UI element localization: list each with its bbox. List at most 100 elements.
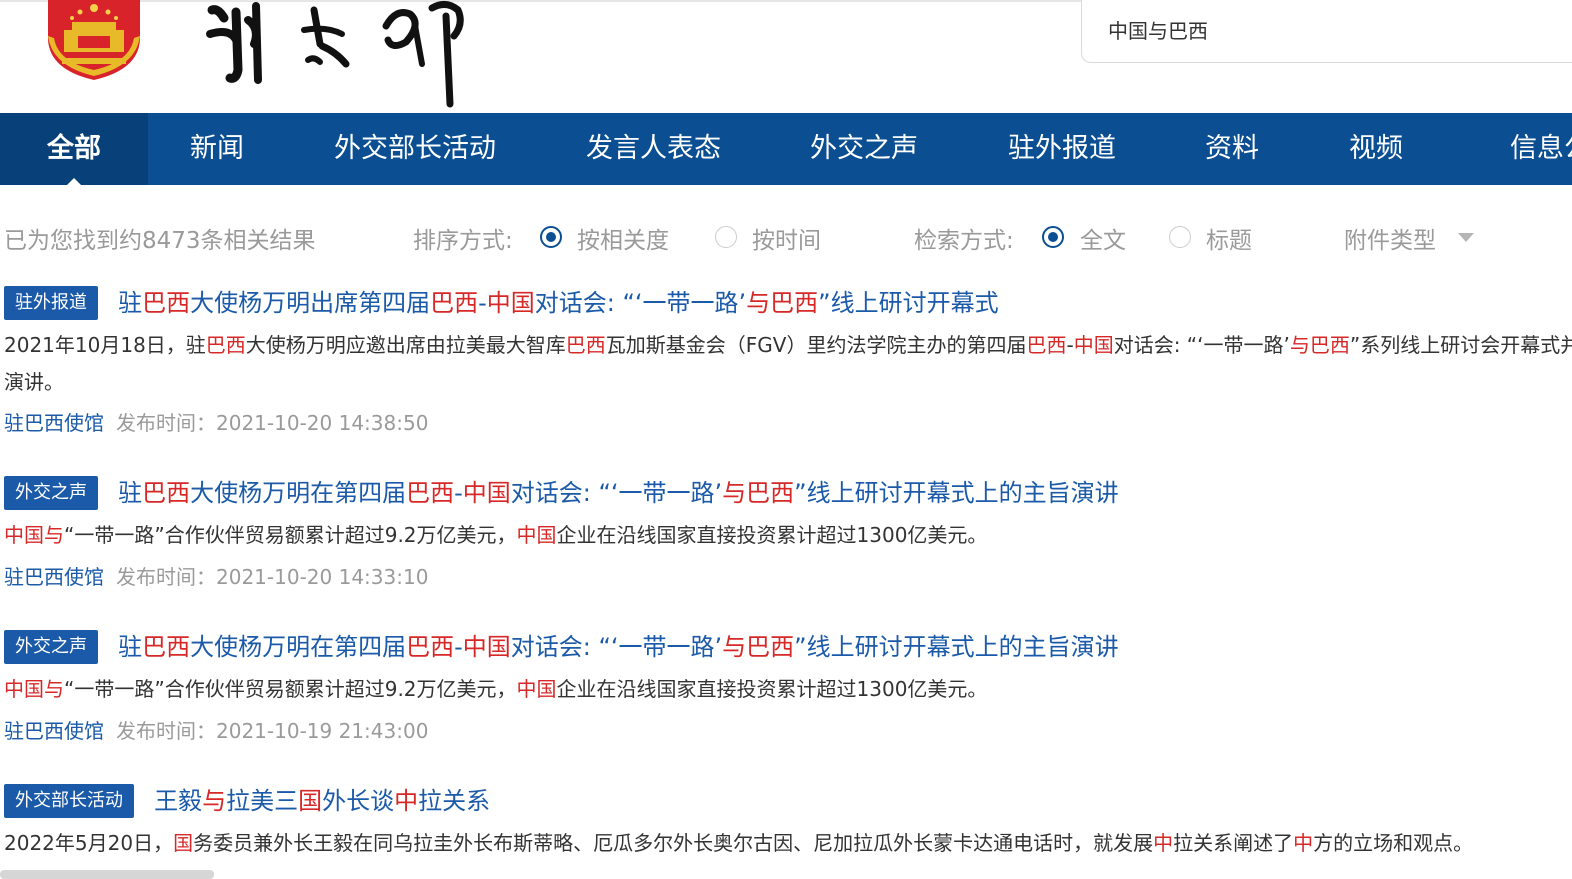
nav-tab-materials[interactable]: 资料 [1205,113,1259,185]
text-segment: 务委员兼外长王毅在同乌拉圭外长布斯蒂略、厄瓜多尔外长奥尔古因、尼加拉瓜外长蒙卡达… [193,831,1154,855]
text-segment: “一带一路”合作伙伴贸易额累计超过9.2万亿美元， [64,523,517,547]
mode-title-label[interactable]: 标题 [1206,221,1252,255]
filter-bar: 已为您找到约8473条相关结果 排序方式: 按相关度 按时间 检索方式: 全文 … [0,215,1572,259]
keyword-highlight: 国 [298,787,323,815]
text-segment: - [478,289,487,317]
text-segment: 大使杨万明在第四届 [190,633,407,661]
publish-time-label: 发布时间： [116,565,216,589]
nav-tab-label: 信息公开 [1510,133,1572,164]
nav-tab-video[interactable]: 视频 [1349,113,1403,185]
category-badge[interactable]: 驻外报道 [4,286,98,320]
chevron-down-icon[interactable] [1458,233,1474,242]
search-input[interactable] [1106,12,1566,46]
nav-tab-label: 全部 [47,133,101,164]
result-source-link[interactable]: 驻巴西使馆 [4,411,104,435]
nav-tab-all[interactable]: 全部 [0,113,148,185]
search-box [1081,0,1572,63]
category-badge[interactable]: 外交部长活动 [4,784,134,818]
text-segment: 2022年5月20日， [4,831,174,855]
keyword-highlight: 巴西 [430,289,479,317]
keyword-highlight: 与巴西 [1289,333,1350,357]
keyword-highlight: 巴西 [142,479,191,507]
keyword-highlight: 中国 [516,523,557,547]
text-segment: 驻 [118,633,143,661]
keyword-highlight: 中国 [486,289,535,317]
nav-tab-label: 外交部长活动 [334,133,496,164]
text-segment: 大使杨万明在第四届 [190,479,407,507]
text-segment: 企业在沿线国家直接投资累计超过1300亿美元。 [556,677,988,701]
national-emblem-logo[interactable] [42,0,146,82]
result-meta: 驻巴西使馆 发布时间：2021-10-20 14:38:50 [4,409,428,437]
text-segment: - [1066,333,1074,357]
nav-tab-spokesperson[interactable]: 发言人表态 [586,113,721,185]
result-snippet-line: 2021年10月18日，驻巴西大使杨万明应邀出席由拉美最大智库巴西瓦加斯基金会（… [4,327,1572,363]
text-segment: 演讲。 [4,370,64,394]
category-badge[interactable]: 外交之声 [4,630,98,664]
publish-time: 2021-10-20 14:38:50 [216,411,429,435]
result-source-link[interactable]: 驻巴西使馆 [4,719,104,743]
nav-tab-overseas-reports[interactable]: 驻外报道 [1008,113,1116,185]
result-title-link[interactable]: 驻巴西大使杨万明在第四届巴西-中国对话会: “‘一带一路’与巴西”线上研讨开幕式… [118,475,1119,511]
mode-fulltext-label[interactable]: 全文 [1080,221,1126,255]
publish-time: 2021-10-19 21:43:00 [216,719,429,743]
keyword-highlight: 巴西 [1026,333,1067,357]
site-header [0,0,1572,113]
calligraphy-wordmark-logo [206,1,464,108]
nav-tab-voice-of-diplomacy[interactable]: 外交之声 [810,113,918,185]
keyword-highlight: 中 [1153,831,1174,855]
keyword-highlight: 与巴西 [722,479,795,507]
nav-tab-label: 发言人表态 [586,133,721,164]
keyword-highlight: 中国与 [4,523,64,547]
category-badge[interactable]: 外交之声 [4,476,98,510]
nav-tab-news[interactable]: 新闻 [190,113,244,185]
text-segment: 大使杨万明出席第四届 [190,289,431,317]
result-snippet-line: 演讲。 [4,364,1572,400]
sort-relevance-label[interactable]: 按相关度 [577,221,669,255]
publish-time-label: 发布时间： [116,719,216,743]
text-segment: 拉关系 [418,787,491,815]
text-segment: 瓦加斯基金会（FGV）里约法学院主办的第四届 [605,333,1027,357]
result-source-link[interactable]: 驻巴西使馆 [4,565,104,589]
text-segment: - [454,633,463,661]
sort-relevance-radio[interactable] [540,226,562,248]
text-segment: 外长谈 [322,787,395,815]
nav-tab-label: 新闻 [190,133,244,164]
keyword-highlight: 中国 [1073,333,1114,357]
text-segment: ”线上研讨开幕式 [818,289,999,317]
result-snippet-line: 2022年5月20日，国务委员兼外长王毅在同乌拉圭外长布斯蒂略、厄瓜多尔外长奥尔… [4,825,1572,861]
result-title-link[interactable]: 驻巴西大使杨万明出席第四届巴西-中国对话会: “‘一带一路’与巴西”线上研讨开幕… [118,285,999,321]
nav-tab-minister-activities[interactable]: 外交部长活动 [334,113,496,185]
mode-title-radio[interactable] [1169,226,1191,248]
keyword-highlight: 中 [394,787,419,815]
text-segment: 对话会: “‘一带一路’ [1113,333,1290,357]
keyword-highlight: 与巴西 [722,633,795,661]
text-segment: 大使杨万明应邀出席由拉美最大智库 [245,333,566,357]
result-count: 已为您找到约8473条相关结果 [4,228,316,254]
text-segment: 王毅 [154,787,203,815]
result-title-link[interactable]: 驻巴西大使杨万明在第四届巴西-中国对话会: “‘一带一路’与巴西”线上研讨开幕式… [118,629,1119,665]
mode-fulltext-radio[interactable] [1042,226,1064,248]
keyword-highlight: 巴西 [406,633,455,661]
keyword-highlight: 巴西 [565,333,606,357]
keyword-highlight: 中国与 [4,677,64,701]
keyword-highlight: 巴西 [142,289,191,317]
nav-tab-label: 驻外报道 [1008,133,1116,164]
text-segment: 企业在沿线国家直接投资累计超过1300亿美元。 [556,523,988,547]
horizontal-scrollbar-thumb[interactable] [0,870,214,879]
keyword-highlight: 巴西 [205,333,246,357]
keyword-highlight: 巴西 [406,479,455,507]
result-title-link[interactable]: 王毅与拉美三国外长谈中拉关系 [154,783,490,819]
keyword-highlight: 巴西 [142,633,191,661]
text-segment: 驻 [118,289,143,317]
nav-tab-info-disclosure[interactable]: 信息公开 [1510,113,1572,185]
nav-tab-label: 外交之声 [810,133,918,164]
keyword-highlight: 中国 [462,479,511,507]
sort-time-radio[interactable] [715,226,737,248]
sort-time-label[interactable]: 按时间 [752,221,821,255]
keyword-highlight: 中 [1293,831,1314,855]
sort-label: 排序方式: [413,228,513,254]
text-segment: 拉关系阐述了 [1173,831,1294,855]
attachment-type-dropdown[interactable]: 附件类型 [1344,221,1436,255]
category-nav: 全部 新闻 外交部长活动 发言人表态 外交之声 驻外报道 资料 视频 信息公开 [0,113,1572,185]
text-segment: 对话会: “‘一带一路’ [534,289,747,317]
